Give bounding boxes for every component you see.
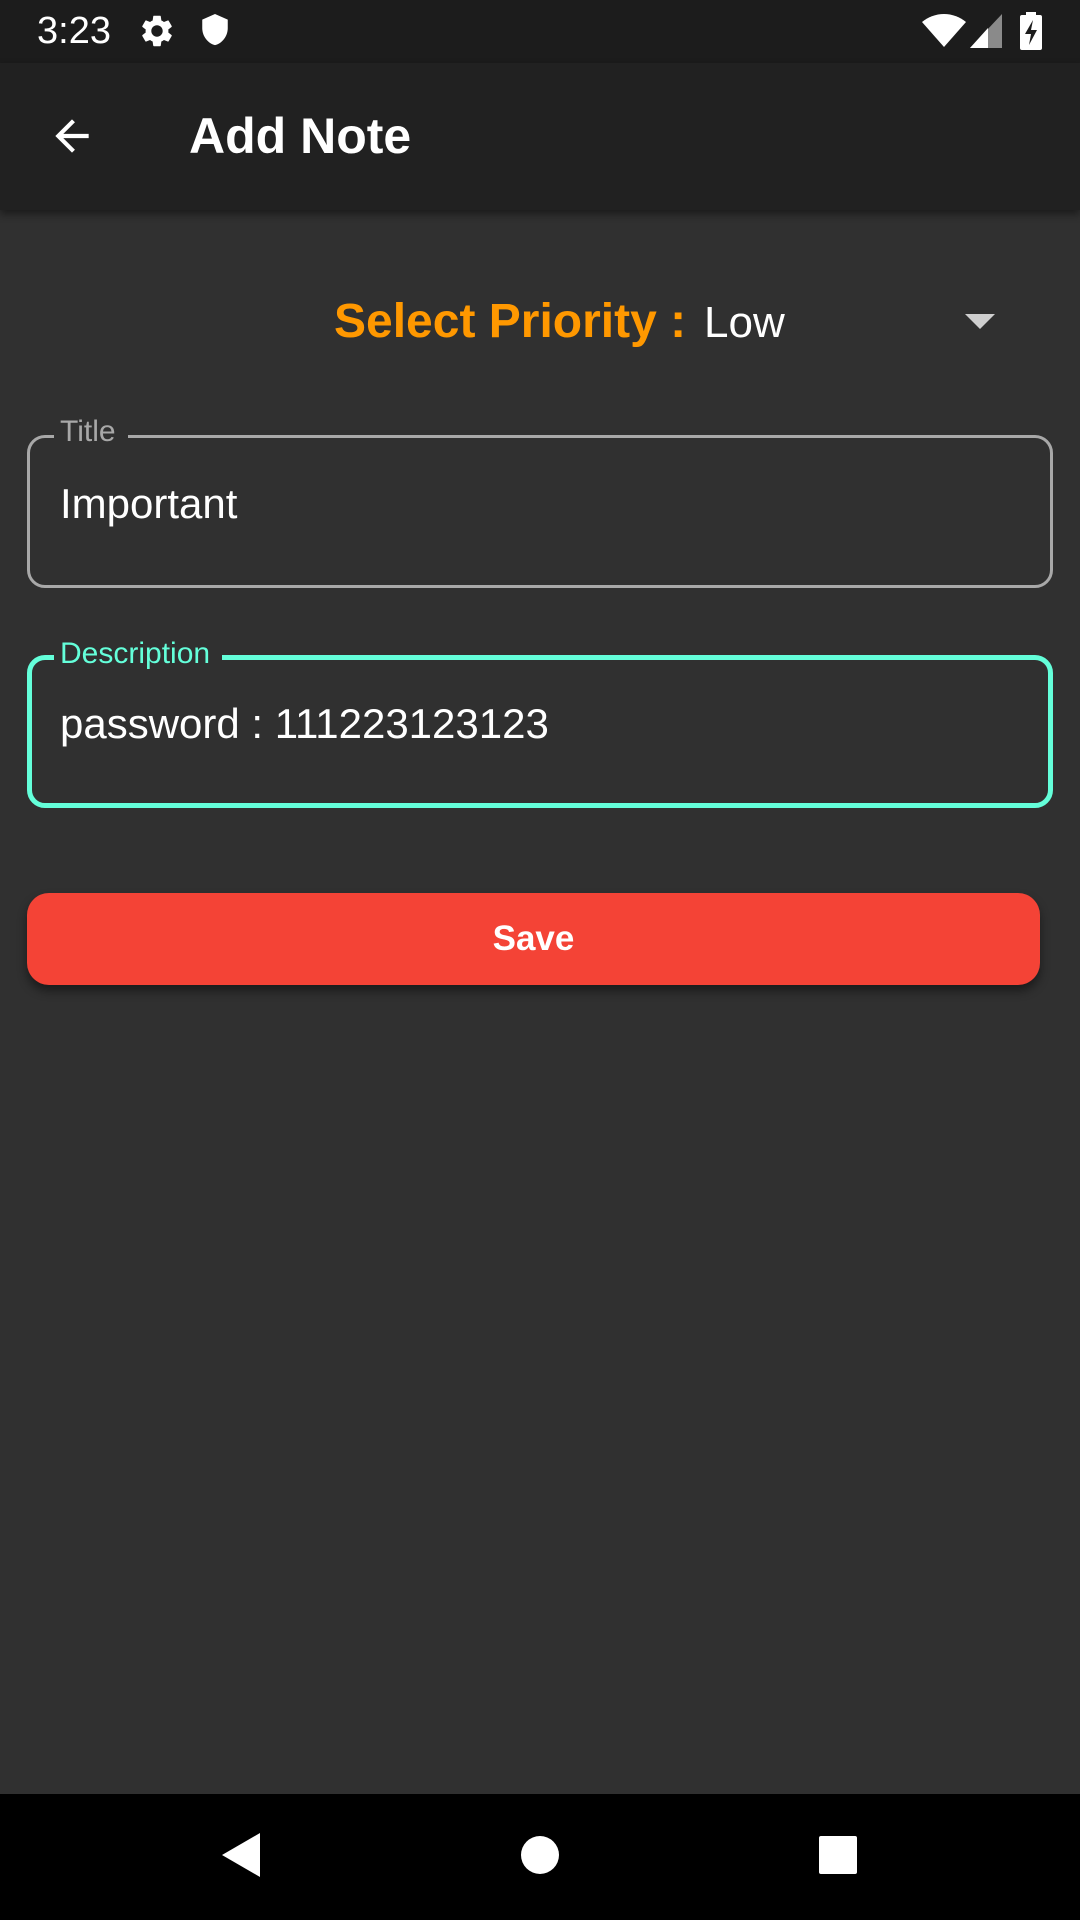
arrow-drop-down-icon <box>965 314 995 335</box>
status-bar: 3:23 <box>0 0 1080 63</box>
priority-label: Select Priority : <box>334 295 687 348</box>
description-field[interactable]: Description password : 111223123123 <box>27 636 1053 808</box>
add-note-screen: 3:23 Add Note Select Priority : Low Titl… <box>0 0 1080 1920</box>
back-button[interactable] <box>30 96 114 180</box>
battery-charging-icon <box>1020 12 1042 55</box>
save-button[interactable]: Save <box>27 893 1040 985</box>
priority-dropdown[interactable]: Low <box>700 288 1010 358</box>
arrow-back-icon <box>47 111 97 166</box>
nav-recents-button[interactable] <box>798 1817 878 1897</box>
signal-icon <box>970 14 1002 53</box>
priority-selected-value: Low <box>704 298 785 347</box>
gear-icon <box>138 12 176 55</box>
shield-icon <box>198 12 232 55</box>
priority-row: Select Priority : Low <box>0 288 1080 358</box>
status-time: 3:23 <box>37 10 111 52</box>
app-bar: Add Note <box>0 63 1080 210</box>
page-title: Add Note <box>189 108 412 164</box>
title-input[interactable]: Important <box>60 478 237 530</box>
description-field-label: Description <box>54 636 223 672</box>
description-input[interactable]: password : 111223123123 <box>60 698 549 750</box>
title-field[interactable]: Title Important <box>27 414 1053 588</box>
nav-home-icon <box>520 1835 560 1880</box>
navigation-bar <box>0 1794 1080 1920</box>
wifi-icon <box>922 14 966 53</box>
nav-back-button[interactable] <box>200 1817 280 1897</box>
save-button-label: Save <box>492 919 575 958</box>
nav-home-button[interactable] <box>500 1817 580 1897</box>
nav-back-icon <box>218 1831 262 1884</box>
nav-recents-icon <box>818 1835 858 1880</box>
title-field-label: Title <box>54 414 128 450</box>
